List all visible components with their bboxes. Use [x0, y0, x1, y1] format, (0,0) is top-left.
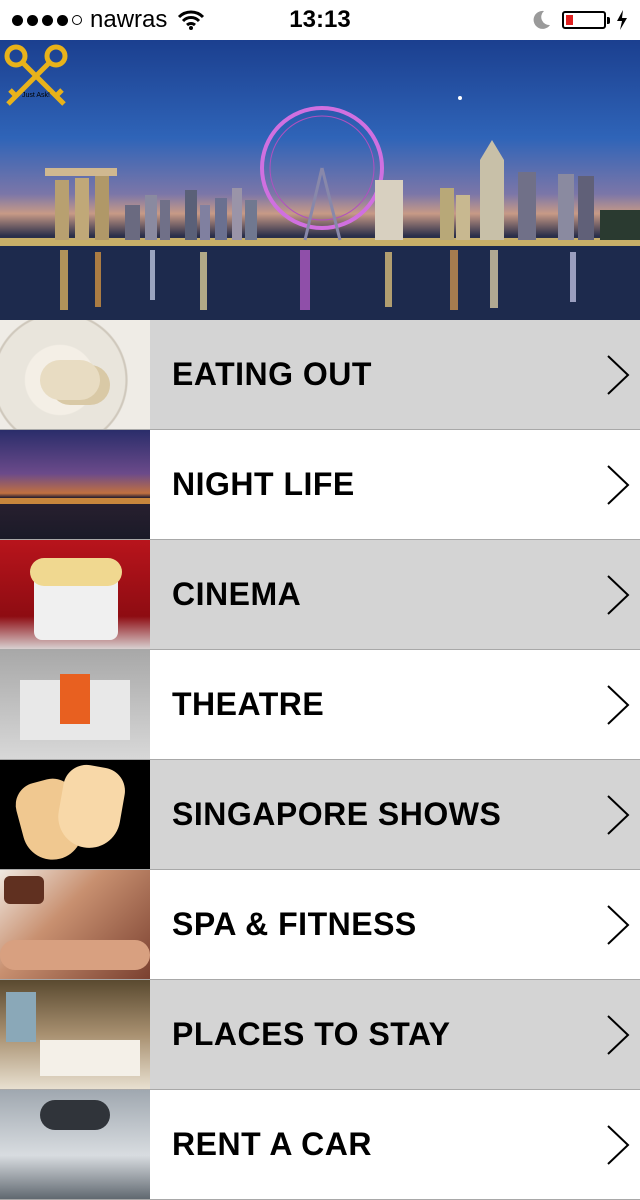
menu-item-theatre[interactable]: THEATRE [0, 650, 640, 760]
logo-text: Just Ask! [22, 92, 50, 99]
eating-out-thumbnail [0, 320, 150, 429]
category-menu-list: EATING OUT NIGHT LIFE CINEMA THEATRE SIN… [0, 320, 640, 1200]
keys-logo: Just Ask! [4, 44, 68, 106]
menu-item-label: EATING OUT [172, 356, 372, 392]
hero-banner-singapore-skyline: Just Ask! [0, 40, 640, 320]
menu-item-label: SPA & FITNESS [172, 906, 417, 942]
menu-item-singapore-shows[interactable]: SINGAPORE SHOWS [0, 760, 640, 870]
menu-item-label: PLACES TO STAY [172, 1016, 451, 1052]
menu-item-night-life[interactable]: NIGHT LIFE [0, 430, 640, 540]
menu-item-spa-fitness[interactable]: SPA & FITNESS [0, 870, 640, 980]
menu-item-rent-a-car[interactable]: RENT A CAR [0, 1090, 640, 1200]
cinema-thumbnail [0, 540, 150, 649]
menu-item-eating-out[interactable]: EATING OUT [0, 320, 640, 430]
chevron-right-icon [607, 465, 630, 505]
spa-fitness-thumbnail [0, 870, 150, 979]
battery-level-fill [566, 15, 574, 25]
chevron-right-icon [607, 795, 630, 835]
menu-item-label: SINGAPORE SHOWS [172, 796, 502, 832]
chevron-right-icon [607, 685, 630, 725]
places-to-stay-thumbnail [0, 980, 150, 1089]
rent-a-car-thumbnail [0, 1090, 150, 1199]
menu-item-places-to-stay[interactable]: PLACES TO STAY [0, 980, 640, 1090]
charging-bolt-icon [617, 10, 627, 30]
night-life-thumbnail [0, 430, 150, 539]
status-bar: nawras 13:13 [0, 0, 640, 40]
menu-item-label: THEATRE [172, 686, 325, 722]
menu-item-cinema[interactable]: CINEMA [0, 540, 640, 650]
singapore-shows-thumbnail [0, 760, 150, 869]
chevron-right-icon [607, 1015, 630, 1055]
chevron-right-icon [607, 355, 630, 395]
chevron-right-icon [607, 905, 630, 945]
chevron-right-icon [607, 1125, 630, 1165]
menu-item-label: NIGHT LIFE [172, 466, 355, 502]
theatre-thumbnail [0, 650, 150, 759]
do-not-disturb-moon-icon [533, 10, 550, 29]
chevron-right-icon [607, 575, 630, 615]
skyline-illustration [0, 96, 640, 320]
menu-item-label: CINEMA [172, 576, 302, 612]
menu-item-label: RENT A CAR [172, 1126, 372, 1162]
battery-icon [562, 11, 610, 29]
